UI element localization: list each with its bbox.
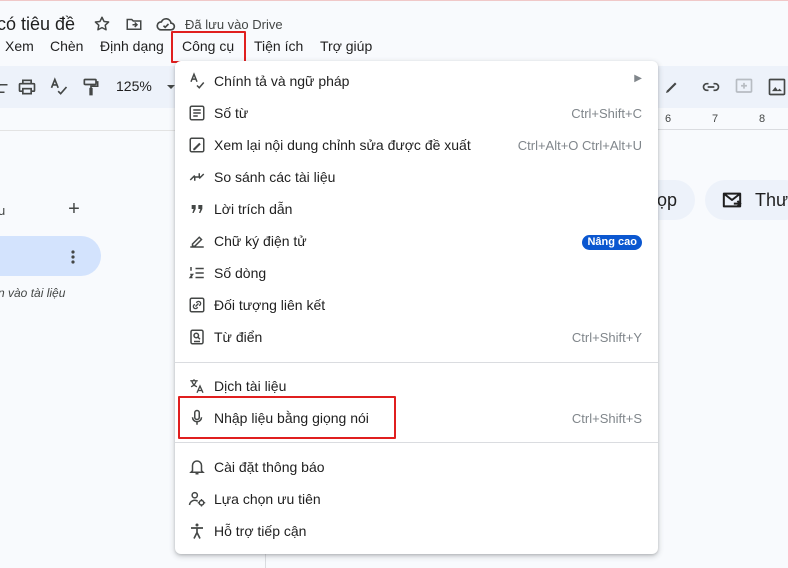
compare-icon [187,167,207,187]
shortcut-text: Ctrl+Shift+S [571,411,642,426]
doc-title[interactable]: có tiêu đề [0,14,75,35]
highlight-pen-icon[interactable] [661,76,683,98]
menu-item-label: Lựa chọn ưu tiên [214,491,321,507]
menu-view[interactable]: Xem [5,38,34,54]
tools-menu-highlight [171,31,246,63]
add-comment-icon[interactable] [733,76,755,98]
print-icon[interactable] [16,76,38,98]
star-icon[interactable] [92,14,112,34]
premium-badge: Nâng cao [582,235,642,250]
shortcut-text: Ctrl+Shift+C [571,106,642,121]
email-chip[interactable]: Thư [705,180,788,220]
menu-item-review-edits[interactable]: Xem lại nội dung chỉnh sửa được đề xuất … [175,129,658,161]
bell-icon [187,457,207,477]
menu-item-label: Xem lại nội dung chỉnh sửa được đề xuất [214,137,471,153]
meeting-chip-label: ọp [657,189,678,210]
move-folder-icon[interactable] [124,14,144,34]
menu-item-label: Đối tượng liên kết [214,297,326,313]
menu-separator [175,362,658,363]
menu-item-esignature[interactable]: Chữ ký điện tử Nâng cao [175,225,658,257]
menu-item-label: Dịch tài liệu [214,378,287,394]
menu-item-preferences[interactable]: Lựa chọn ưu tiên [175,483,658,515]
outline-label: u [0,203,6,218]
menu-item-compare-documents[interactable]: So sánh các tài liệu [175,161,658,193]
menu-item-label: Lời trích dẫn [214,201,293,217]
outline-hint: n vào tài liệu [0,286,66,300]
ruler-mark: 6 [665,113,672,125]
menu-item-dictionary[interactable]: Từ điển Ctrl+Shift+Y [175,321,658,353]
add-tab-button[interactable]: + [64,199,84,220]
submenu-arrow-icon: ▶ [634,73,642,84]
mail-icon [721,190,743,210]
citation-icon [187,199,207,219]
zoom-select[interactable]: 125% [116,78,152,94]
spellcheck-icon[interactable] [48,76,70,98]
menu-extensions[interactable]: Tiện ích [254,38,303,54]
menu-item-label: Số từ [214,105,249,121]
more-options-icon[interactable] [63,247,83,267]
menu-help[interactable]: Trợ giúp [320,38,372,54]
line-numbers-icon [187,263,207,283]
menu-item-linked-objects[interactable]: Đối tượng liên kết [175,289,658,321]
menu-item-label: Cài đặt thông báo [214,459,325,475]
menu-item-label: So sánh các tài liệu [214,169,336,185]
accessibility-icon [187,521,207,541]
menu-item-label: Chính tả và ngữ pháp [214,73,350,89]
signature-icon [187,231,207,251]
dictionary-icon [187,327,207,347]
menu-item-label: Từ điển [214,329,263,345]
ruler-mark: 8 [759,113,766,125]
preferences-icon [187,489,207,509]
redo-icon[interactable] [0,76,14,98]
title-bar: có tiêu đề [0,10,75,38]
menu-insert[interactable]: Chèn [50,38,83,54]
translate-icon [187,376,207,396]
menu-separator [175,442,658,443]
linked-objects-icon [187,295,207,315]
paint-format-icon[interactable] [80,76,102,98]
menu-item-accessibility[interactable]: Hỗ trợ tiếp cận [175,515,658,547]
horizontal-ruler: 6 7 8 [658,110,788,130]
ruler-mark: 7 [712,113,719,125]
spellcheck-icon [187,71,207,91]
link-icon[interactable] [700,76,722,98]
menu-item-label: Chữ ký điện tử [214,233,307,249]
drive-status: Đã lưu vào Drive [185,17,283,32]
tools-dropdown-menu: Chính tả và ngữ pháp ▶ Số từ Ctrl+Shift+… [175,61,658,554]
menu-item-line-numbers[interactable]: Số dòng [175,257,658,289]
selected-tab[interactable] [0,236,101,276]
word-count-icon [187,103,207,123]
top-border [0,0,788,1]
menu-format[interactable]: Định dạng [100,38,164,54]
menu-item-citations[interactable]: Lời trích dẫn [175,193,658,225]
menu-item-label: Số dòng [214,265,267,281]
review-edits-icon [187,135,207,155]
shortcut-text: Ctrl+Alt+O Ctrl+Alt+U [517,138,642,153]
insert-image-icon[interactable] [766,76,788,98]
menu-item-notification-settings[interactable]: Cài đặt thông báo [175,451,658,483]
menu-item-spelling-grammar[interactable]: Chính tả và ngữ pháp ▶ [175,65,658,97]
voice-typing-highlight [178,396,396,439]
shortcut-text: Ctrl+Shift+Y [571,330,642,345]
email-chip-label: Thư [755,189,788,210]
menu-item-label: Hỗ trợ tiếp cận [214,523,307,539]
menu-item-word-count[interactable]: Số từ Ctrl+Shift+C [175,97,658,129]
